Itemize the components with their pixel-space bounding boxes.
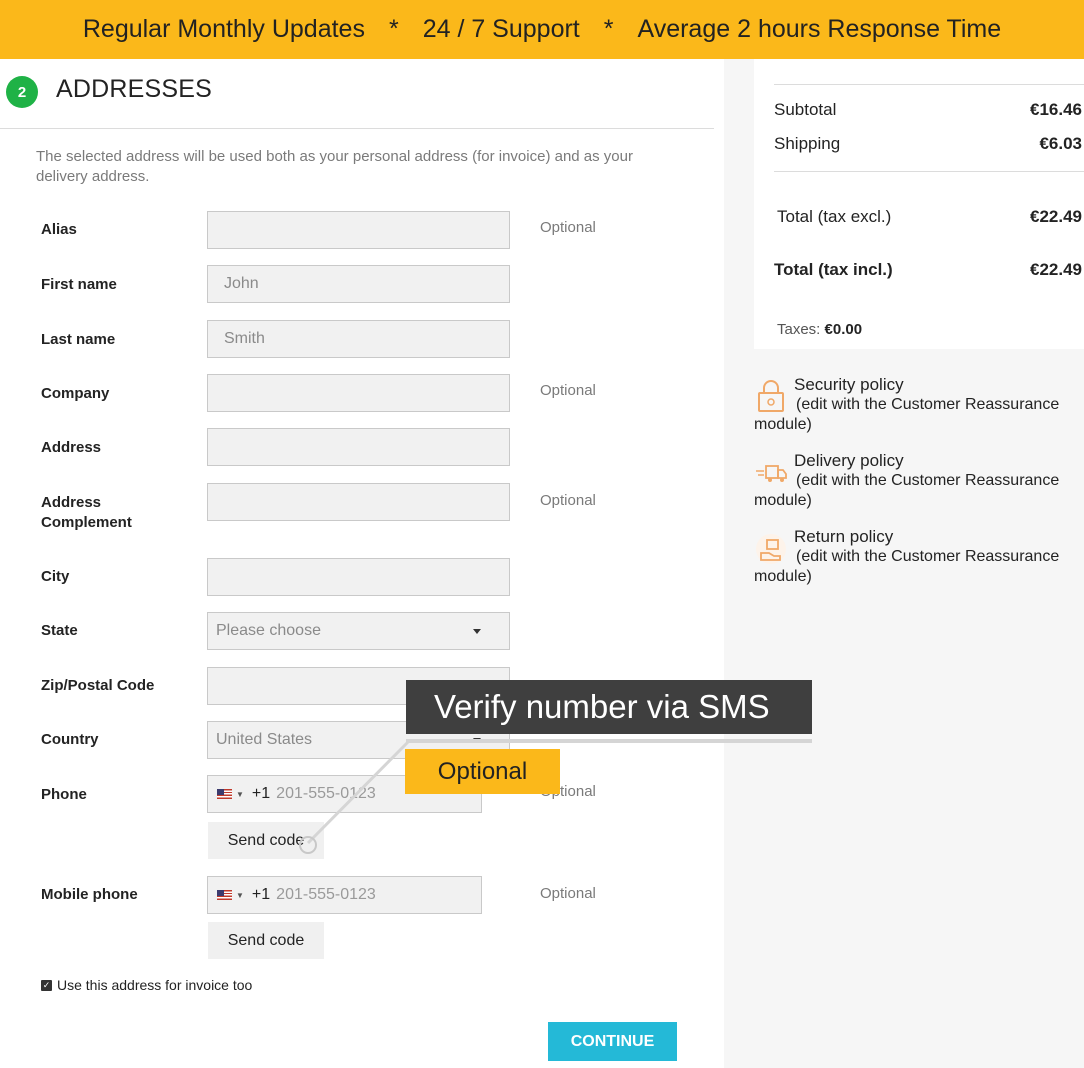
sms-verification-callout: Verify number via SMS	[406, 680, 812, 734]
summary-divider	[774, 171, 1084, 172]
delivery-policy-desc: (edit with the Customer Reassurance modu…	[754, 472, 1060, 509]
alias-input[interactable]	[207, 211, 510, 249]
mobile-phone-input[interactable]: ▼ +1 201-555-0123	[207, 876, 482, 914]
taxes-value: €0.00	[824, 321, 863, 338]
banner-response-time: Average 2 hours Response Time	[637, 15, 1002, 43]
taxes-label: Taxes:	[777, 321, 821, 338]
address-intro-text: The selected address will be used both a…	[36, 148, 633, 185]
phone-label: Phone	[41, 786, 87, 803]
flag-dropdown-icon[interactable]: ▼	[236, 790, 244, 799]
summary-divider	[774, 84, 1084, 85]
city-label: City	[41, 568, 70, 585]
security-policy-title: Security policy	[794, 375, 904, 394]
flag-dropdown-icon[interactable]: ▼	[236, 891, 244, 900]
banner-monthly-updates: Regular Monthly Updates	[82, 15, 365, 43]
us-flag-icon[interactable]	[217, 890, 232, 900]
us-flag-icon[interactable]	[217, 789, 232, 799]
delivery-policy-title: Delivery policy	[794, 451, 904, 470]
address-complement-optional-note: Optional	[540, 492, 596, 509]
total-excl-value: €22.49	[1030, 207, 1082, 226]
phone-placeholder: 201-555-0123	[276, 785, 376, 802]
mobile-dial-code: +1	[251, 886, 271, 903]
invoice-checkbox-label[interactable]: Use this address for invoice too	[57, 977, 252, 993]
mobile-phone-placeholder: 201-555-0123	[276, 886, 376, 903]
step-title[interactable]: ADDRESSES	[56, 75, 212, 104]
invoice-checkbox[interactable]: ✓	[41, 980, 52, 991]
country-label: Country	[41, 731, 99, 748]
company-label: Company	[41, 385, 110, 402]
optional-callout-tag: Optional	[405, 749, 560, 794]
callout-underline	[406, 739, 812, 743]
address-label: Address	[41, 439, 102, 456]
address-complement-input[interactable]	[207, 483, 510, 521]
promo-banner: Regular Monthly Updates * 24 / 7 Support…	[0, 0, 1084, 59]
address-complement-label: Address Complement	[41, 494, 132, 531]
chevron-down-icon	[473, 628, 481, 634]
subtotal-value: €16.46	[1030, 100, 1082, 119]
return-policy-title: Return policy	[794, 527, 894, 546]
first-name-input[interactable]: John	[207, 265, 510, 303]
alias-label: Alias	[41, 221, 77, 238]
banner-separator: *	[603, 15, 614, 43]
step-number-badge: 2	[6, 76, 38, 108]
address-input[interactable]	[207, 428, 510, 466]
city-input[interactable]	[207, 558, 510, 596]
security-policy-desc: (edit with the Customer Reassurance modu…	[754, 396, 1060, 433]
subtotal-label: Subtotal	[774, 100, 837, 119]
total-incl-label: Total (tax incl.)	[774, 260, 893, 279]
mobile-phone-label: Mobile phone	[41, 886, 138, 903]
shipping-label: Shipping	[774, 134, 841, 153]
total-excl-label: Total (tax excl.)	[777, 207, 892, 226]
phone-dial-code: +1	[251, 785, 271, 802]
last-name-label: Last name	[41, 331, 116, 348]
continue-button[interactable]: CONTINUE	[548, 1022, 677, 1061]
alias-optional-note: Optional	[540, 219, 596, 236]
company-optional-note: Optional	[540, 382, 596, 399]
taxes-line: Taxes: €0.00	[777, 321, 862, 338]
state-label: State	[41, 622, 78, 639]
first-name-label: First name	[41, 276, 117, 293]
last-name-input[interactable]: Smith	[207, 320, 510, 358]
country-select-value: United States	[216, 731, 313, 748]
mobile-phone-optional-note: Optional	[540, 885, 596, 902]
state-select[interactable]: Please choose	[207, 612, 510, 650]
total-incl-value: €22.49	[1030, 260, 1082, 279]
banner-support: 24 / 7 Support	[422, 15, 580, 43]
shipping-value: €6.03	[1039, 134, 1082, 153]
zip-label: Zip/Postal Code	[41, 677, 155, 694]
banner-separator: *	[388, 15, 399, 43]
return-policy-desc: (edit with the Customer Reassurance modu…	[754, 548, 1060, 585]
step-divider	[0, 128, 714, 129]
company-input[interactable]	[207, 374, 510, 412]
phone-send-code-button[interactable]: Send code	[208, 822, 324, 859]
state-select-value: Please choose	[216, 622, 321, 639]
mobile-send-code-button[interactable]: Send code	[208, 922, 324, 959]
